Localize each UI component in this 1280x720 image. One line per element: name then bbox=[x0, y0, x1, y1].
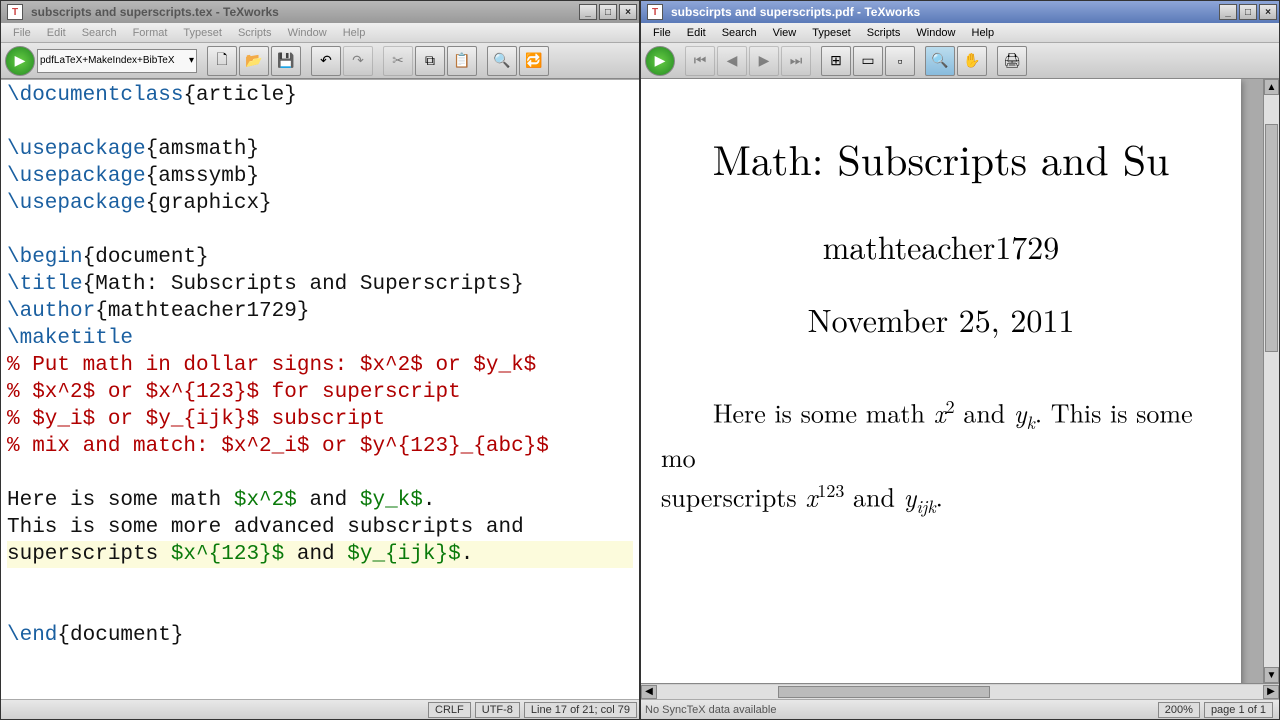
preview-statusbar: No SyncTeX data available 200% page 1 of… bbox=[641, 699, 1279, 719]
new-file-button[interactable]: 🗋 bbox=[207, 46, 237, 76]
undo-button[interactable]: ↶ bbox=[311, 46, 341, 76]
menu-file[interactable]: File bbox=[645, 25, 679, 41]
actual-size-button[interactable]: ▫ bbox=[885, 46, 915, 76]
minimize-button[interactable]: _ bbox=[579, 4, 597, 20]
scroll-left-icon[interactable]: ◀ bbox=[641, 685, 657, 699]
source-editor[interactable]: \documentclass{article} \usepackage{amsm… bbox=[1, 79, 639, 699]
redo-button[interactable]: ↷ bbox=[343, 46, 373, 76]
menu-typeset[interactable]: Typeset bbox=[175, 25, 230, 41]
search-button[interactable]: 🔍 bbox=[487, 46, 517, 76]
print-button[interactable]: 🖨 bbox=[997, 46, 1027, 76]
preview-title: subscirpts and superscripts.pdf - TeXwor… bbox=[667, 5, 1219, 19]
editor-menubar: File Edit Search Format Typeset Scripts … bbox=[1, 23, 639, 43]
typeset-button[interactable]: ▶ bbox=[5, 46, 35, 76]
status-encoding[interactable]: UTF-8 bbox=[475, 702, 520, 718]
scroll-thumb[interactable] bbox=[778, 686, 990, 698]
pdf-viewer: Math: Subscripts and Su mathteacher1729 … bbox=[641, 79, 1279, 699]
editor-statusbar: CRLF UTF-8 Line 17 of 21; col 79 bbox=[1, 699, 639, 719]
menu-view[interactable]: View bbox=[765, 25, 805, 41]
cut-button[interactable]: ✂ bbox=[383, 46, 413, 76]
first-page-button[interactable]: ⏮ bbox=[685, 46, 715, 76]
pdf-body: Here is some math x2 and yk. This is som… bbox=[661, 390, 1221, 524]
typeset-engine-label: pdfLaTeX+MakeIndex+BibTeX bbox=[40, 55, 175, 66]
status-cursor: Line 17 of 21; col 79 bbox=[524, 702, 637, 718]
status-page[interactable]: page 1 of 1 bbox=[1204, 702, 1273, 718]
app-icon: T bbox=[7, 4, 23, 20]
menu-scripts[interactable]: Scripts bbox=[230, 25, 280, 41]
editor-window: T subscripts and superscripts.tex - TeXw… bbox=[0, 0, 640, 720]
status-zoom[interactable]: 200% bbox=[1158, 702, 1200, 718]
minimize-button[interactable]: _ bbox=[1219, 4, 1237, 20]
scroll-tool-button[interactable]: ✋ bbox=[957, 46, 987, 76]
maximize-button[interactable]: □ bbox=[1239, 4, 1257, 20]
close-button[interactable]: × bbox=[619, 4, 637, 20]
copy-button[interactable]: ⧉ bbox=[415, 46, 445, 76]
pdf-title: Math: Subscripts and Su bbox=[661, 129, 1221, 188]
pdf-date: November 25, 2011 bbox=[661, 297, 1221, 342]
scroll-right-icon[interactable]: ▶ bbox=[1263, 685, 1279, 699]
pdf-author: mathteacher1729 bbox=[661, 224, 1221, 269]
open-file-button[interactable]: 📂 bbox=[239, 46, 269, 76]
horizontal-scrollbar[interactable]: ◀ ▶ bbox=[641, 683, 1279, 699]
menu-scripts[interactable]: Scripts bbox=[859, 25, 909, 41]
menu-window[interactable]: Window bbox=[280, 25, 335, 41]
pdf-scroll-area[interactable]: Math: Subscripts and Su mathteacher1729 … bbox=[641, 79, 1279, 683]
preview-toolbar: ▶ ⏮ ◀ ▶ ⏭ ⊞ ▭ ▫ 🔍 ✋ 🖨 bbox=[641, 43, 1279, 79]
editor-title: subscripts and superscripts.tex - TeXwor… bbox=[27, 5, 579, 19]
scroll-up-icon[interactable]: ▲ bbox=[1264, 79, 1279, 95]
menu-format[interactable]: Format bbox=[125, 25, 176, 41]
editor-titlebar: T subscripts and superscripts.tex - TeXw… bbox=[1, 1, 639, 23]
dropdown-icon: ▾ bbox=[189, 55, 194, 66]
menu-typeset[interactable]: Typeset bbox=[804, 25, 859, 41]
preview-window: T subscirpts and superscripts.pdf - TeXw… bbox=[640, 0, 1280, 720]
status-eol[interactable]: CRLF bbox=[428, 702, 471, 718]
status-sync: No SyncTeX data available bbox=[645, 704, 776, 716]
menu-edit[interactable]: Edit bbox=[679, 25, 714, 41]
fit-width-button[interactable]: ⊞ bbox=[821, 46, 851, 76]
typeset-button[interactable]: ▶ bbox=[645, 46, 675, 76]
editor-toolbar: ▶ pdfLaTeX+MakeIndex+BibTeX ▾ 🗋 📂 💾 ↶ ↷ … bbox=[1, 43, 639, 79]
save-file-button[interactable]: 💾 bbox=[271, 46, 301, 76]
menu-help[interactable]: Help bbox=[964, 25, 1003, 41]
scroll-down-icon[interactable]: ▼ bbox=[1264, 667, 1279, 683]
prev-page-button[interactable]: ◀ bbox=[717, 46, 747, 76]
close-button[interactable]: × bbox=[1259, 4, 1277, 20]
menu-search[interactable]: Search bbox=[74, 25, 125, 41]
magnify-tool-button[interactable]: 🔍 bbox=[925, 46, 955, 76]
last-page-button[interactable]: ⏭ bbox=[781, 46, 811, 76]
pdf-page: Math: Subscripts and Su mathteacher1729 … bbox=[641, 79, 1241, 683]
preview-menubar: File Edit Search View Typeset Scripts Wi… bbox=[641, 23, 1279, 43]
paste-button[interactable]: 📋 bbox=[447, 46, 477, 76]
scroll-thumb[interactable] bbox=[1265, 124, 1278, 353]
fit-page-button[interactable]: ▭ bbox=[853, 46, 883, 76]
menu-window[interactable]: Window bbox=[908, 25, 963, 41]
menu-help[interactable]: Help bbox=[335, 25, 374, 41]
next-page-button[interactable]: ▶ bbox=[749, 46, 779, 76]
maximize-button[interactable]: □ bbox=[599, 4, 617, 20]
app-icon: T bbox=[647, 4, 663, 20]
menu-file[interactable]: File bbox=[5, 25, 39, 41]
replace-button[interactable]: 🔁 bbox=[519, 46, 549, 76]
preview-titlebar: T subscirpts and superscripts.pdf - TeXw… bbox=[641, 1, 1279, 23]
menu-edit[interactable]: Edit bbox=[39, 25, 74, 41]
menu-search[interactable]: Search bbox=[714, 25, 765, 41]
vertical-scrollbar[interactable]: ▲ ▼ bbox=[1263, 79, 1279, 683]
typeset-engine-select[interactable]: pdfLaTeX+MakeIndex+BibTeX ▾ bbox=[37, 49, 197, 73]
